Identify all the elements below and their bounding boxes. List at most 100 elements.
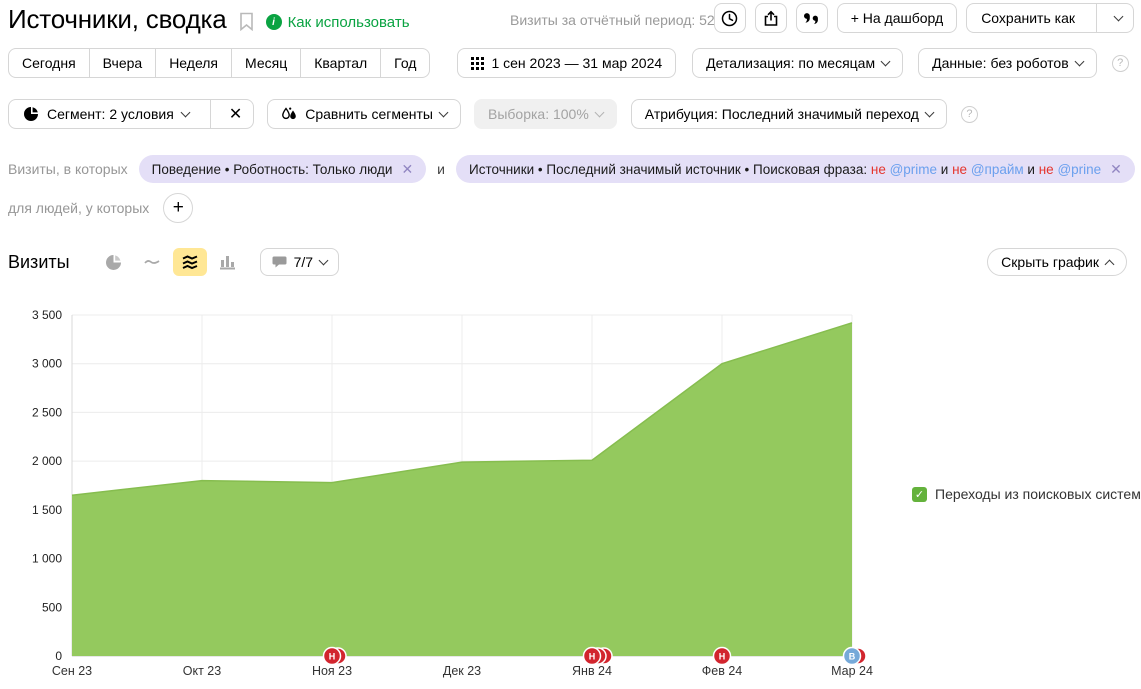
chevron-down-icon [1074, 56, 1084, 66]
sampling-label: Выборка: 100% [488, 106, 589, 122]
help-icon[interactable]: ? [1112, 55, 1129, 72]
export-button[interactable] [755, 3, 787, 33]
tab-yesterday[interactable]: Вчера [89, 48, 157, 78]
svg-text:3 500: 3 500 [32, 308, 62, 322]
compare-segments-dropdown[interactable]: Сравнить сегменты [267, 99, 461, 129]
pie-chart-icon[interactable] [97, 248, 131, 276]
svg-text:1 000: 1 000 [32, 552, 62, 566]
date-range-label: 1 сен 2023 — 31 мар 2024 [491, 55, 662, 71]
attribution-dropdown[interactable]: Атрибуция: Последний значимый переход [631, 99, 947, 129]
legend-label: Переходы из поисковых систем [935, 486, 1141, 502]
remove-filter-icon[interactable]: ✕ [401, 162, 413, 176]
save-as-dropdown[interactable] [1104, 17, 1133, 20]
detalization-label: Детализация: по месяцам [706, 55, 875, 71]
line-chart-icon[interactable] [135, 248, 169, 276]
svg-text:Н: Н [589, 652, 596, 662]
chart-title: Визиты [8, 252, 70, 273]
chevron-down-icon [319, 255, 329, 265]
comments-button[interactable] [796, 3, 828, 33]
chevron-down-icon [439, 107, 449, 117]
svg-text:1 500: 1 500 [32, 503, 62, 517]
conjunction-label: и [437, 161, 445, 177]
sampling-dropdown[interactable]: Выборка: 100% [474, 99, 617, 129]
clock-icon [721, 10, 738, 27]
visits-filter-label: Визиты, в которых [8, 161, 128, 177]
segment-clear-button[interactable]: ✕ [218, 104, 253, 124]
chevron-down-icon [1114, 11, 1124, 21]
remove-filter-icon[interactable]: ✕ [1110, 162, 1122, 176]
save-as-button[interactable]: Сохранить как [966, 3, 1134, 33]
chevron-down-icon [881, 56, 891, 66]
svg-text:Ноя 23: Ноя 23 [312, 664, 352, 678]
date-range-picker[interactable]: 1 сен 2023 — 31 мар 2024 [457, 48, 676, 78]
svg-text:Фев 24: Фев 24 [702, 664, 743, 678]
tab-quarter[interactable]: Квартал [300, 48, 381, 78]
segment-label: Сегмент: 2 условия [47, 106, 174, 122]
hide-chart-button[interactable]: Скрыть график [987, 248, 1127, 276]
chevron-down-icon [594, 107, 604, 117]
svg-text:500: 500 [42, 600, 62, 614]
compare-segments-label: Сравнить сегменты [305, 106, 433, 122]
save-as-label: Сохранить как [967, 10, 1089, 26]
data-mode-label: Данные: без роботов [932, 55, 1069, 71]
visits-filter-row: Визиты, в которых Поведение • Роботность… [8, 154, 1141, 184]
tab-year[interactable]: Год [380, 48, 430, 78]
divider [210, 100, 211, 128]
data-mode-dropdown[interactable]: Данные: без роботов [918, 48, 1097, 78]
period-bar: Сегодня Вчера Неделя Месяц Квартал Год 1… [8, 48, 1129, 78]
chart-legend: ✓ Переходы из поисковых систем [912, 486, 1141, 502]
period-tabs: Сегодня Вчера Неделя Месяц Квартал Год [8, 48, 430, 78]
filter-chip-source[interactable]: Источники • Последний значимый источник … [456, 155, 1135, 183]
segment-pie-icon [23, 106, 39, 122]
page-title: Источники, сводка [8, 4, 227, 35]
history-button[interactable] [714, 3, 746, 33]
svg-text:Н: Н [329, 652, 336, 662]
filter-chip-behavior[interactable]: Поведение • Роботность: Только люди ✕ [139, 155, 427, 183]
svg-text:Дек 23: Дек 23 [443, 664, 481, 678]
chevron-down-icon [180, 107, 190, 117]
export-icon [763, 10, 779, 27]
tab-month[interactable]: Месяц [231, 48, 301, 78]
bar-chart-icon[interactable] [211, 248, 245, 276]
add-to-dashboard-button[interactable]: + На дашборд [837, 3, 957, 33]
svg-text:Окт 23: Окт 23 [183, 664, 221, 678]
visits-period-summary: Визиты за отчётный период: 52 466 [510, 12, 742, 28]
svg-text:2 000: 2 000 [32, 454, 62, 468]
page-header: Источники, сводка i Как использовать [8, 4, 410, 35]
filter-chip-behavior-text: Поведение • Роботность: Только люди [152, 162, 393, 177]
svg-text:Сен 23: Сен 23 [52, 664, 92, 678]
chevron-up-icon [1105, 259, 1115, 269]
how-to-use-link[interactable]: Как использовать [288, 14, 410, 31]
tab-week[interactable]: Неделя [155, 48, 232, 78]
people-filter-row: для людей, у которых + [8, 193, 193, 223]
add-people-condition-button[interactable]: + [163, 193, 193, 223]
speech-bubble-icon [272, 255, 287, 269]
svg-text:Янв 24: Янв 24 [572, 664, 612, 678]
quotes-icon [803, 10, 820, 26]
hide-chart-label: Скрыть график [1001, 254, 1099, 270]
area-chart-icon[interactable] [173, 248, 207, 276]
visits-area-chart[interactable]: 05001 0001 5002 0002 5003 0003 500Сен 23… [20, 307, 890, 685]
header-toolbar: + На дашборд Сохранить как [714, 3, 1134, 33]
tab-today[interactable]: Сегодня [8, 48, 90, 78]
calendar-grid-icon [471, 57, 484, 70]
annotations-count: 7/7 [294, 254, 313, 270]
bookmark-icon[interactable] [239, 12, 254, 31]
svg-text:0: 0 [55, 649, 62, 663]
chevron-down-icon [925, 107, 935, 117]
help-icon[interactable]: ? [961, 106, 978, 123]
segment-dropdown[interactable]: Сегмент: 2 условия ✕ [8, 99, 254, 129]
divider [1096, 4, 1097, 32]
attribution-label: Атрибуция: Последний значимый переход [645, 106, 919, 122]
svg-text:3 000: 3 000 [32, 357, 62, 371]
compare-drops-icon [281, 106, 298, 122]
detalization-dropdown[interactable]: Детализация: по месяцам [692, 48, 903, 78]
info-icon: i [266, 14, 282, 30]
svg-text:Мар 24: Мар 24 [831, 664, 873, 678]
annotations-dropdown[interactable]: 7/7 [260, 248, 339, 276]
chart-header: Визиты 7/7 [8, 248, 339, 276]
legend-checkbox[interactable]: ✓ [912, 487, 927, 502]
people-filter-label: для людей, у которых [8, 200, 149, 216]
svg-text:Н: Н [719, 652, 726, 662]
segment-bar: Сегмент: 2 условия ✕ Сравнить сегменты В… [8, 99, 978, 129]
